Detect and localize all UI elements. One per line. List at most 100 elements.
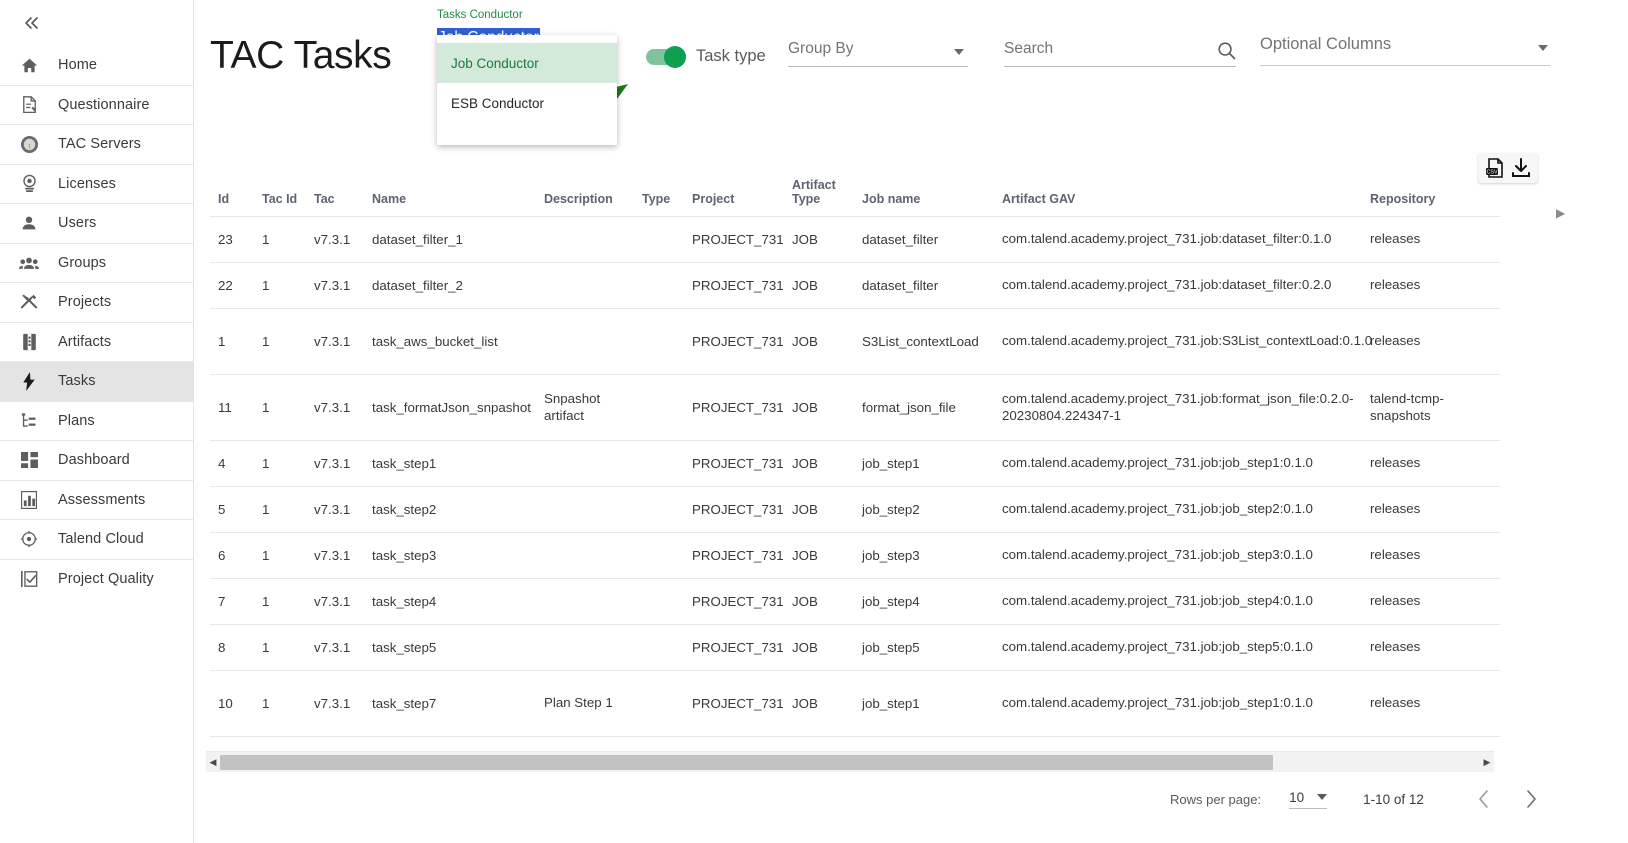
cell-job-name: job_step4 xyxy=(862,577,1002,624)
cell-repository: releases xyxy=(1370,261,1500,308)
sidebar-item-tac-servers[interactable]: t TAC Servers xyxy=(0,125,193,165)
column-header-repository[interactable]: Repository xyxy=(1370,170,1500,216)
group-by-select[interactable]: Group By xyxy=(788,40,968,67)
cell-artifact-gav: com.talend.academy.project_731.job:datas… xyxy=(1002,215,1370,262)
sidebar-item-label: TAC Servers xyxy=(58,136,142,153)
table-row[interactable]: 5 1 v7.3.1 task_step2 PROJECT_731 JOB job_step… xyxy=(210,485,1500,532)
sidebar-item-label: Talend Cloud xyxy=(58,531,144,548)
chevron-down-icon[interactable] xyxy=(1317,794,1328,800)
menu-item-esb-conductor[interactable]: ESB Conductor xyxy=(437,83,617,123)
tasks-conductor-select[interactable]: Tasks Conductor Job Conductor Job Conduc… xyxy=(437,9,617,145)
tasks-table: Id Tac Id Tac Name Description Type Proj… xyxy=(210,170,1500,737)
chevron-double-left-icon[interactable] xyxy=(18,9,46,37)
column-header-tac[interactable]: Tac xyxy=(314,170,372,216)
column-header-tac-id[interactable]: Tac Id xyxy=(262,170,314,216)
cell-artifact-gav: com.talend.academy.project_731.job:S3Lis… xyxy=(1002,307,1372,374)
table-row[interactable]: 4 1 v7.3.1 task_step1 PROJECT_731 JOB job_step… xyxy=(210,439,1500,486)
cell-repository: releases xyxy=(1370,623,1500,670)
chevron-down-icon[interactable] xyxy=(954,49,964,55)
cell-type xyxy=(642,261,692,308)
sidebar-item-licenses[interactable]: Licenses xyxy=(0,165,193,204)
sidebar-item-project-quality[interactable]: Project Quality xyxy=(0,560,193,600)
rows-per-page-select[interactable]: 10 xyxy=(1289,790,1328,809)
cell-project: PROJECT_731 xyxy=(692,485,792,532)
table-row[interactable]: 22 1 v7.3.1 dataset_filter_2 PROJECT_731 JOB d… xyxy=(210,261,1500,308)
sidebar-item-dashboard[interactable]: Dashboard xyxy=(0,441,193,481)
toggle-knob xyxy=(664,45,686,68)
column-header-id[interactable]: Id xyxy=(210,170,262,216)
chevron-right-icon[interactable] xyxy=(1516,783,1548,815)
cell-description xyxy=(544,215,642,262)
sidebar-item-users[interactable]: Users xyxy=(0,204,193,244)
search-input[interactable] xyxy=(1004,40,1194,58)
column-header-artifact-gav[interactable]: Artifact GAV xyxy=(1002,170,1370,216)
cell-artifact-type: JOB xyxy=(792,485,862,532)
bar-chart-icon xyxy=(0,490,58,509)
menu-item-job-conductor[interactable]: Job Conductor xyxy=(437,43,617,83)
page-title: TAC Tasks xyxy=(210,34,392,77)
table-row[interactable]: 23 1 v7.3.1 dataset_filter_1 PROJECT_731 JOB d… xyxy=(210,215,1500,262)
cell-type xyxy=(642,307,692,374)
tasks-conductor-label: Tasks Conductor xyxy=(437,9,523,21)
cell-tac: v7.3.1 xyxy=(314,485,372,532)
cell-project: PROJECT_731 xyxy=(692,261,792,308)
tasks-table-wrap: Id Tac Id Tac Name Description Type Proj… xyxy=(210,170,1500,737)
sidebar-item-groups[interactable]: Groups xyxy=(0,244,193,283)
column-header-project[interactable]: Project xyxy=(692,170,792,216)
sidebar-item-home[interactable]: Home xyxy=(0,46,193,86)
download-icon[interactable] xyxy=(1510,157,1532,179)
table-row[interactable]: 11 1 v7.3.1 task_formatJson_snpashot Snpasho… xyxy=(210,373,1500,440)
table-row[interactable]: 6 1 v7.3.1 task_step3 PROJECT_731 JOB job_step… xyxy=(210,531,1500,578)
cell-artifact-gav: com.talend.academy.project_731.job:job_s… xyxy=(1002,439,1370,486)
sidebar-item-projects[interactable]: Projects xyxy=(0,283,193,323)
cell-name: task_step3 xyxy=(372,531,544,578)
table-row[interactable]: 1 1 v7.3.1 task_aws_bucket_list PROJECT_731 J… xyxy=(210,307,1500,374)
cell-type xyxy=(642,577,692,624)
table-row[interactable]: 8 1 v7.3.1 task_step5 PROJECT_731 JOB job_step… xyxy=(210,623,1500,670)
scrollbar-thumb[interactable] xyxy=(220,754,1273,770)
sidebar-item-label: Assessments xyxy=(58,491,146,508)
search-box[interactable] xyxy=(1004,40,1236,67)
cell-tac: v7.3.1 xyxy=(314,669,372,737)
sidebar-item-label: Home xyxy=(58,57,98,74)
cell-type xyxy=(642,439,692,486)
column-header-type[interactable]: Type xyxy=(642,170,692,216)
sidebar-item-plans[interactable]: Plans xyxy=(0,402,193,441)
triangle-left-icon[interactable]: ◀ xyxy=(206,752,220,773)
sidebar-item-artifacts[interactable]: Artifacts xyxy=(0,323,193,362)
chevron-left-icon[interactable] xyxy=(1468,783,1500,815)
cell-repository: releases xyxy=(1370,307,1500,374)
sidebar-item-label: Dashboard xyxy=(58,452,130,469)
table-row[interactable]: 7 1 v7.3.1 task_step4 PROJECT_731 JOB job_step… xyxy=(210,577,1500,624)
cell-id: 22 xyxy=(210,261,262,308)
sidebar-item-tasks[interactable]: Tasks xyxy=(0,362,193,402)
optional-columns-select[interactable]: Optional Columns xyxy=(1260,35,1550,66)
cell-tac: v7.3.1 xyxy=(314,623,372,670)
search-icon[interactable] xyxy=(1217,41,1236,65)
page-range-text: 1-10 of 12 xyxy=(1363,791,1424,807)
cell-name: task_step4 xyxy=(372,577,544,624)
triangle-right-icon[interactable]: ▶ xyxy=(1480,752,1494,773)
cell-description xyxy=(544,531,642,578)
cell-tac-id: 1 xyxy=(262,215,314,262)
cell-tac-id: 1 xyxy=(262,439,314,486)
sidebar-item-assessments[interactable]: Assessments xyxy=(0,481,193,520)
cell-artifact-gav: com.talend.academy.project_731.job:job_s… xyxy=(1002,531,1370,578)
horizontal-scrollbar[interactable]: ◀ ▶ xyxy=(206,751,1494,772)
sidebar-item-questionnaire[interactable]: Questionnaire xyxy=(0,86,193,125)
column-header-description[interactable]: Description xyxy=(544,170,642,216)
column-header-name[interactable]: Name xyxy=(372,170,544,216)
cell-artifact-type: JOB xyxy=(792,669,862,737)
column-header-job-name[interactable]: Job name xyxy=(862,170,1002,216)
tasks-conductor-menu[interactable]: Job Conductor ESB Conductor xyxy=(437,35,617,145)
column-header-artifact-type[interactable]: Artifact Type xyxy=(792,170,862,216)
cell-job-name: job_step2 xyxy=(862,485,1002,532)
chevron-down-icon[interactable] xyxy=(1538,45,1548,51)
cell-tac: v7.3.1 xyxy=(314,439,372,486)
table-row[interactable]: 10 1 v7.3.1 task_step7 Plan Step 1 PROJECT_73… xyxy=(210,669,1500,737)
sidebar-item-talend-cloud[interactable]: Talend Cloud xyxy=(0,520,193,560)
task-type-toggle[interactable] xyxy=(646,45,686,68)
cell-artifact-type: JOB xyxy=(792,307,862,374)
table-body: 23 1 v7.3.1 dataset_filter_1 PROJECT_731 JOB d… xyxy=(210,215,1500,737)
cell-id: 11 xyxy=(210,373,262,440)
